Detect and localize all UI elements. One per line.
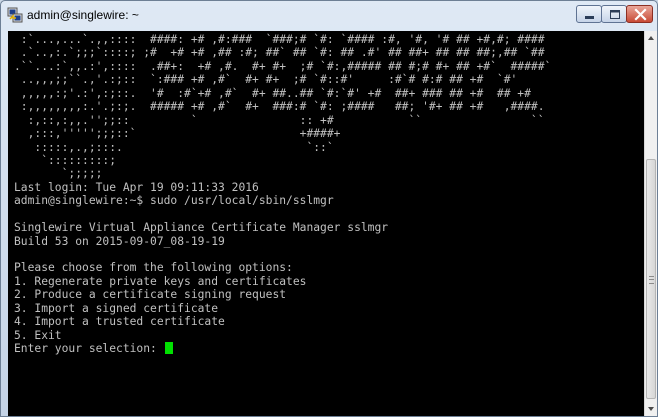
selection-prompt: Enter your selection: [14, 342, 164, 356]
option-4-line: 4. Import a trusted certificate [14, 315, 225, 329]
terminal-cursor[interactable] [164, 342, 173, 355]
option-5-line: 5. Exit [14, 328, 62, 342]
app-title-line: Singlewire Virtual Appliance Certificate… [14, 221, 389, 235]
terminal-line: `;;;;; [14, 167, 103, 181]
terminal-line: .``...:`,,.:',:::: .##+: +# ,#. #+ #+ ;#… [14, 59, 552, 73]
terminal-line: ..,,,;;``.,'.:;:: `:### +# ,#` #+ #+ ;# … [14, 73, 518, 87]
options-header-line: Please choose from the following options… [14, 261, 293, 275]
option-3-line: 3. Import a signed certificate [14, 301, 219, 315]
arrow-down-icon[interactable] [645, 401, 657, 416]
terminal-line: `:::::::::; [14, 153, 117, 167]
last-login-line: Last login: Tue Apr 19 09:11:33 2016 [14, 180, 259, 194]
terminal-line: ,,,,,:;'.:',:;::. '# :#`+# ,#` #+ ##..##… [14, 86, 531, 100]
build-line: Build 53 on 2015-09-07_08-19-19 [14, 234, 225, 248]
option-2-line: 2. Produce a certificate signing request [14, 288, 287, 302]
terminal-lines: :`...,...`.,,:::: ####: +# ,#:### `###;#… [14, 33, 551, 356]
terminal-output[interactable]: :`...,...`.,,:::: ####: +# ,#:### `###;#… [8, 31, 644, 416]
terminal-line: :,::,:,,.'';;:: ` :: +# `` `` [14, 113, 545, 127]
prompt-line: Enter your selection: [14, 342, 551, 355]
minimize-button[interactable] [576, 5, 602, 23]
window-title: admin@singlewire: ~ [27, 8, 139, 22]
terminal-line: :`...,...`.,,:::: ####: +# ,#:### `###;#… [14, 33, 545, 46]
option-1-line: 1. Regenerate private keys and certifica… [14, 274, 307, 288]
terminal-line: ,:::,''''';;;::` +####+ [14, 127, 341, 141]
putty-window: admin@singlewire: ~ :`...,...`.,,:::: ##… [0, 0, 658, 417]
close-button[interactable] [626, 5, 653, 23]
maximize-button[interactable] [601, 5, 627, 23]
close-icon [634, 8, 647, 21]
terminal-line: :,,,,,,,,:.'.;:;. ##### +# ,#` #+ ###:# … [14, 100, 545, 114]
command-line: admin@singlewire:~$ sudo /usr/local/sbin… [14, 194, 334, 208]
terminal-line: .`..,:.`;;;`::::; ;# +# +# ,## :#; ##` #… [14, 46, 545, 60]
putty-icon [7, 7, 23, 23]
arrow-up-icon[interactable] [645, 31, 657, 46]
scrollbar-thumb[interactable] [646, 159, 656, 399]
vertical-scrollbar[interactable] [644, 31, 657, 416]
terminal-line: :::::,.,;:::. `::` [14, 140, 334, 154]
title-bar[interactable]: admin@singlewire: ~ [1, 1, 657, 29]
maximize-icon [610, 10, 620, 19]
minimize-icon [585, 16, 594, 19]
grip-icon [649, 276, 654, 284]
